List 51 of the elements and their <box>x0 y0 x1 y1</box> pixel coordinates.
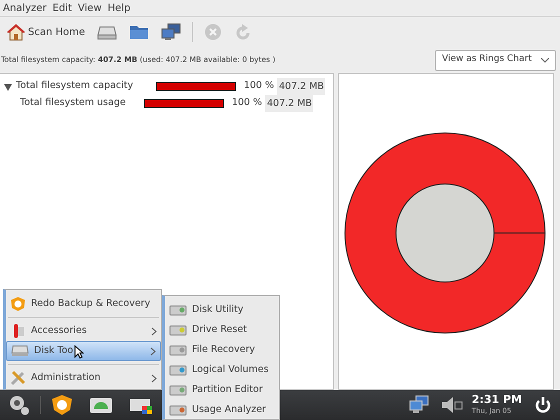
caret-icon <box>541 58 549 62</box>
menu-item[interactable]: Disk Too <box>6 341 161 361</box>
menu-item[interactable]: Drive Reset <box>165 320 279 340</box>
drive-icon <box>169 323 187 337</box>
tree-row[interactable]: Total filesystem capacity 100 % 407.2 MB <box>0 78 333 95</box>
tools-icon <box>10 370 26 386</box>
menu-item[interactable]: Edit <box>50 0 75 16</box>
network-icon <box>161 23 182 41</box>
badge-icon <box>10 296 26 312</box>
view-dropdown[interactable]: View as Rings Chart <box>435 50 556 70</box>
drive-icon <box>169 363 187 377</box>
size-text: 407.2 MB <box>265 95 313 112</box>
drive-icon <box>97 24 118 40</box>
menu-item[interactable]: Usage Analyzer <box>165 400 279 420</box>
drive-icon <box>11 345 29 357</box>
menu-item[interactable]: View <box>74 0 105 16</box>
cursor-icon <box>74 344 84 358</box>
menu-item[interactable]: Accessories <box>6 321 161 341</box>
menu-item[interactable]: Help <box>104 0 134 16</box>
chevron-right-icon <box>150 346 156 356</box>
menu-item[interactable]: Analyzer <box>0 0 50 16</box>
menu-item[interactable]: File Recovery <box>165 340 279 360</box>
tree-row[interactable]: Total filesystem usage 100 % 407.2 MB <box>0 95 333 112</box>
power-icon[interactable] <box>534 396 552 414</box>
clock-time: 2:31 PM <box>472 394 522 406</box>
tree-label: Total filesystem usage <box>20 96 127 110</box>
scan-home-button[interactable]: Scan Home <box>3 21 90 43</box>
size-text: 407.2 MB <box>277 78 325 95</box>
drive-icon <box>169 403 187 417</box>
drive-icon <box>169 303 187 317</box>
stop-icon <box>204 23 222 41</box>
folder-icon <box>129 24 150 40</box>
percent-text: 100 % <box>230 96 263 110</box>
refresh-icon <box>234 23 252 41</box>
badge-icon[interactable] <box>51 394 73 416</box>
menu-item[interactable]: Partition Editor <box>165 380 279 400</box>
menu-item[interactable]: Redo Backup & Recovery <box>6 294 161 314</box>
chevron-right-icon <box>151 326 157 336</box>
expander-icon[interactable] <box>4 82 12 90</box>
chevron-right-icon <box>151 374 157 382</box>
network-icon[interactable] <box>408 395 430 415</box>
menu-item[interactable]: Administration <box>6 368 161 388</box>
tree-label: Total filesystem capacity <box>16 79 134 94</box>
menu-item[interactable]: Logical Volumes <box>165 360 279 380</box>
speaker-icon[interactable] <box>440 395 464 415</box>
gears-icon[interactable] <box>8 394 30 416</box>
house-icon <box>7 23 25 41</box>
drive-icon <box>169 343 187 357</box>
menu-item[interactable]: Disk Utility <box>165 300 279 320</box>
percent-text: 100 % <box>242 79 275 94</box>
drive-icon <box>169 383 187 397</box>
